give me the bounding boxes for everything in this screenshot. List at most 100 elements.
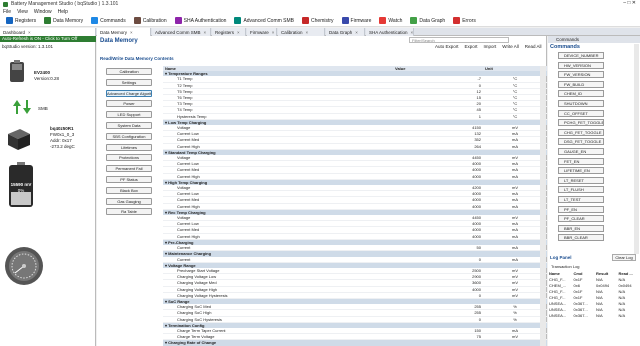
nav-ra-table[interactable]: Ra Table bbox=[106, 208, 152, 216]
close-icon[interactable]: × bbox=[130, 30, 133, 35]
close-icon[interactable]: × bbox=[306, 30, 309, 35]
toolbar-graph-button[interactable]: Data Graph bbox=[407, 16, 448, 26]
toolbar: Registers Data Memory Commands Calibration S… bbox=[0, 15, 640, 27]
tab-data-memory[interactable]: Data Memory × bbox=[97, 28, 151, 36]
tab-firmware[interactable]: Firmware × bbox=[247, 28, 277, 36]
nav-sbs-configuration[interactable]: SBS Configuration bbox=[106, 132, 152, 140]
nav-pf-status[interactable]: PF Status bbox=[106, 176, 152, 183]
log-cell: 0x367... bbox=[573, 312, 588, 318]
smb-arrows-icon bbox=[12, 98, 34, 116]
menu-window[interactable]: Window bbox=[34, 9, 52, 15]
toolbar-commands-button[interactable]: Commands bbox=[88, 16, 129, 26]
tab-label: Data Graph bbox=[329, 29, 353, 35]
auto-refresh-status[interactable]: Auto-Refresh is ON - Click to Turn Off bbox=[0, 36, 96, 42]
command-bbr-en[interactable]: BBR_EN bbox=[558, 224, 604, 232]
command-lt-reset[interactable]: LT_RESET bbox=[558, 176, 604, 184]
close-icon[interactable]: × bbox=[355, 30, 358, 35]
grid-scrollbar[interactable] bbox=[540, 66, 546, 346]
nav-led-support[interactable]: LED Support bbox=[106, 111, 152, 119]
command-cc-offset[interactable]: CC_OFFSET bbox=[558, 109, 604, 117]
tab-label: SHA Authentication bbox=[369, 29, 408, 35]
command-fw-version[interactable]: FW_VERSION bbox=[558, 71, 604, 79]
menu-view[interactable]: View bbox=[17, 9, 28, 15]
tab-sha-authentication[interactable]: SHA Authentication × bbox=[366, 28, 414, 36]
close-icon[interactable]: × bbox=[411, 30, 413, 35]
toolbar-smb-button[interactable]: Advanced Comm SMB bbox=[231, 16, 297, 26]
app-icon bbox=[3, 1, 8, 7]
window-controls[interactable]: – □ ✕ bbox=[623, 0, 636, 6]
command-device-number[interactable]: DEVICE_NUMBER bbox=[558, 52, 604, 59]
command-lt-flush[interactable]: LT_FLUSH bbox=[558, 186, 604, 194]
nav-protections[interactable]: Protections bbox=[106, 154, 152, 162]
command-fet-en[interactable]: FET_EN bbox=[558, 157, 604, 165]
command-dsg-fet-toggle[interactable]: DSG_FET_TOGGLE bbox=[558, 138, 604, 146]
toolbar-sha-button[interactable]: SHA Authentication bbox=[172, 16, 230, 26]
nav-lifetimes[interactable]: Lifetimes bbox=[106, 143, 152, 151]
menu-help[interactable]: Help bbox=[58, 9, 68, 15]
errors-icon bbox=[453, 17, 461, 24]
gauge-fw: FW0x1_0_3 bbox=[50, 132, 75, 137]
tab-advanced-comm-smb[interactable]: Advanced Comm SMB × bbox=[152, 28, 211, 36]
write-all-button[interactable]: Write All bbox=[502, 44, 518, 49]
transaction-log-table: Name Cmd Result Read ... CHG_F... 0x1F N/A N/A C… bbox=[548, 270, 640, 318]
nav-permanent-fail[interactable]: Permanent Fail bbox=[106, 165, 152, 173]
tab-registers[interactable]: Registers × bbox=[212, 28, 246, 36]
log-row[interactable]: UNSEA... 0x367... N/A N/A bbox=[548, 312, 640, 318]
export-button[interactable]: Export bbox=[465, 44, 478, 49]
toolbar-chemistry-button[interactable]: Chemistry bbox=[299, 16, 337, 26]
command-chem-id[interactable]: CHEM_ID bbox=[558, 90, 604, 98]
commands-scrollbar[interactable] bbox=[634, 44, 639, 254]
nav-system-data[interactable]: System Data bbox=[106, 122, 152, 129]
nav-gas-gauging[interactable]: Gas Gauging bbox=[106, 197, 152, 205]
device-version: Version:0.28 bbox=[34, 76, 60, 81]
menu-bar: File View Window Help bbox=[0, 8, 640, 15]
registers-icon bbox=[6, 17, 13, 24]
tab-calibration[interactable]: Calibration × bbox=[278, 28, 325, 36]
command-pf-clear[interactable]: PF_CLEAR bbox=[558, 215, 604, 223]
filter-search-input[interactable]: Filter/Search bbox=[409, 37, 509, 43]
menu-file[interactable]: File bbox=[3, 9, 11, 15]
read-all-button[interactable]: Read All bbox=[525, 44, 542, 49]
close-icon[interactable]: × bbox=[28, 30, 31, 35]
toolbar-label: Data Graph bbox=[419, 17, 446, 24]
command-pchg-fet-toggle[interactable]: PCHG_FET_TOGGLE bbox=[558, 119, 604, 127]
close-icon[interactable]: × bbox=[237, 30, 240, 35]
clear-log-button[interactable]: Clear Log bbox=[612, 254, 636, 261]
nav-calibration[interactable]: Calibration bbox=[106, 68, 152, 75]
nav-advanced-charge-algorithm[interactable]: Advanced Charge Algorithm bbox=[106, 89, 152, 97]
log-cell: N/A bbox=[596, 312, 603, 318]
nav-power[interactable]: Power bbox=[106, 100, 152, 108]
command-gauge-en[interactable]: GAUGE_EN bbox=[558, 148, 604, 155]
nav-settings[interactable]: Settings bbox=[106, 78, 152, 86]
tab-data-graph[interactable]: Data Graph × bbox=[326, 28, 365, 36]
import-button[interactable]: Import bbox=[484, 44, 497, 49]
command-fw-build[interactable]: FW_BUILD bbox=[558, 80, 604, 88]
toolbar-errors-button[interactable]: Errors bbox=[450, 16, 479, 26]
command-shutdown[interactable]: SHUTDOWN bbox=[558, 100, 604, 107]
nav-black-box[interactable]: Black Box bbox=[106, 186, 152, 194]
command-hw-version[interactable]: HW_VERSION bbox=[558, 61, 604, 69]
smb-icon bbox=[234, 17, 242, 24]
command-bbr-clear[interactable]: BBR_CLEAR bbox=[558, 234, 604, 242]
close-icon[interactable]: × bbox=[204, 30, 207, 35]
toolbar-calibration-button[interactable]: Calibration bbox=[131, 16, 170, 26]
toolbar-data-memory-button[interactable]: Data Memory bbox=[41, 16, 86, 26]
auto-export-button[interactable]: Auto Export bbox=[435, 44, 459, 49]
group-label: Maintenance Charging bbox=[168, 251, 212, 257]
toolbar-registers-button[interactable]: Registers bbox=[3, 16, 39, 26]
tab-dashboard[interactable]: Dashboard × bbox=[0, 28, 96, 36]
toolbar-firmware-button[interactable]: Firmware bbox=[339, 16, 375, 26]
toolbar-label: SHA Authentication bbox=[183, 17, 227, 24]
toolbar-label: Calibration bbox=[142, 17, 167, 24]
gauge-addr: Addr: 0x17 bbox=[50, 138, 72, 143]
battery-voltage: 15590 mV bbox=[10, 182, 32, 187]
toolbar-watch-button[interactable]: Watch bbox=[376, 16, 405, 26]
command-chg-fet-toggle[interactable]: CHG_FET_TOGGLE bbox=[558, 128, 604, 136]
command-lt-test[interactable]: LT_TEST bbox=[558, 196, 604, 203]
command-pf-en[interactable]: PF_EN bbox=[558, 205, 604, 213]
command-lifetime-en[interactable]: LIFETIME_EN bbox=[558, 167, 604, 175]
commands-tab[interactable]: Commands bbox=[548, 36, 640, 43]
close-icon[interactable]: × bbox=[272, 30, 275, 35]
group-row[interactable]: ▾ Charging Rate of Change bbox=[163, 339, 547, 346]
tab-label: Data Memory bbox=[100, 29, 128, 35]
